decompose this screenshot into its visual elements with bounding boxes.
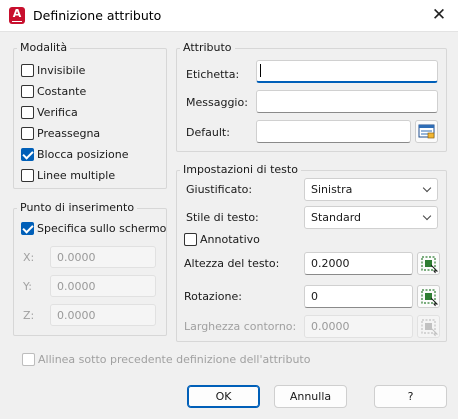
preassegna-label[interactable]: Preassegna xyxy=(37,127,100,140)
rotation-label: Rotazione: xyxy=(184,290,242,303)
text-style-dropdown[interactable]: Standard xyxy=(304,206,438,229)
justify-value: Sinistra xyxy=(311,183,353,196)
prompt-input[interactable] xyxy=(256,90,438,113)
align-below-checkbox[interactable] xyxy=(22,353,35,366)
text-settings-group-title: Impostazioni di testo xyxy=(180,163,301,176)
cancel-button[interactable]: Annulla xyxy=(274,385,347,408)
linee-multiple-checkbox[interactable] xyxy=(21,169,34,182)
specify-on-screen-label[interactable]: Specifica sullo schermo xyxy=(37,222,166,235)
align-below-label[interactable]: Allinea sotto precedente definizione del… xyxy=(38,353,310,366)
default-label: Default: xyxy=(186,126,230,139)
invisibile-checkbox[interactable] xyxy=(21,64,34,77)
modalita-group-title: Modalità xyxy=(17,41,71,54)
costante-checkbox[interactable] xyxy=(21,85,34,98)
text-style-label: Stile di testo: xyxy=(186,211,259,224)
prompt-label: Messaggio: xyxy=(186,96,248,109)
x-label: X: xyxy=(23,251,35,264)
x-coordinate-input[interactable]: 0.0000 xyxy=(50,246,156,268)
tag-input[interactable] xyxy=(256,60,438,83)
verifica-label[interactable]: Verifica xyxy=(37,106,78,119)
pick-point-icon xyxy=(421,256,439,274)
costante-label[interactable]: Costante xyxy=(37,85,86,98)
blocca-posizione-label[interactable]: Blocca posizione xyxy=(37,148,128,161)
tag-label: Etichetta: xyxy=(186,68,240,81)
y-coordinate-input[interactable]: 0.0000 xyxy=(50,275,156,297)
rotation-input[interactable]: 0 xyxy=(304,285,413,308)
insert-field-button[interactable] xyxy=(415,120,438,143)
window-title: Definizione attributo xyxy=(33,8,162,23)
text-height-label: Altezza del testo: xyxy=(184,257,280,270)
z-label: Z: xyxy=(23,309,35,322)
ok-button[interactable]: OK xyxy=(187,385,260,408)
specify-on-screen-checkbox[interactable] xyxy=(21,222,34,235)
linee-multiple-label[interactable]: Linee multiple xyxy=(37,169,115,182)
boundary-width-input[interactable]: 0.0000 xyxy=(304,315,413,338)
chevron-down-icon xyxy=(422,211,432,221)
text-style-value: Standard xyxy=(311,211,362,224)
y-label: Y: xyxy=(23,280,32,293)
attribute-group-title: Attributo xyxy=(180,41,235,54)
verifica-checkbox[interactable] xyxy=(21,106,34,119)
pick-point-icon xyxy=(421,289,439,307)
boundary-width-label: Larghezza contorno: xyxy=(184,320,297,333)
preassegna-checkbox[interactable] xyxy=(21,127,34,140)
justify-dropdown[interactable]: Sinistra xyxy=(304,178,438,201)
pick-point-icon xyxy=(421,319,439,337)
invisibile-label[interactable]: Invisibile xyxy=(37,64,85,77)
pick-rotation-button[interactable] xyxy=(417,285,440,308)
help-button[interactable]: ? xyxy=(374,385,447,408)
pick-height-button[interactable] xyxy=(417,252,440,275)
close-icon[interactable]: ✕ xyxy=(426,4,452,28)
autocad-app-icon: A xyxy=(9,7,25,24)
text-height-input[interactable]: 0.2000 xyxy=(304,252,413,275)
insertion-point-group-title: Punto di inserimento xyxy=(17,201,138,214)
text-caret xyxy=(260,64,261,77)
justify-label: Giustificato: xyxy=(186,183,253,196)
annotative-checkbox[interactable] xyxy=(184,233,197,246)
blocca-posizione-checkbox[interactable] xyxy=(21,148,34,161)
annotative-label[interactable]: Annotativo xyxy=(200,233,260,246)
default-input[interactable] xyxy=(256,120,411,143)
z-coordinate-input[interactable]: 0.0000 xyxy=(50,304,156,326)
insert-field-icon xyxy=(418,124,435,139)
pick-boundary-button[interactable] xyxy=(417,315,440,338)
chevron-down-icon xyxy=(422,183,432,193)
